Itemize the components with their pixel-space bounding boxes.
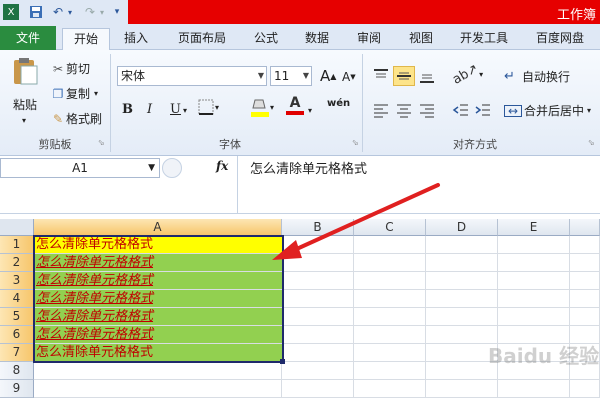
annotation-arrow: [272, 183, 440, 260]
